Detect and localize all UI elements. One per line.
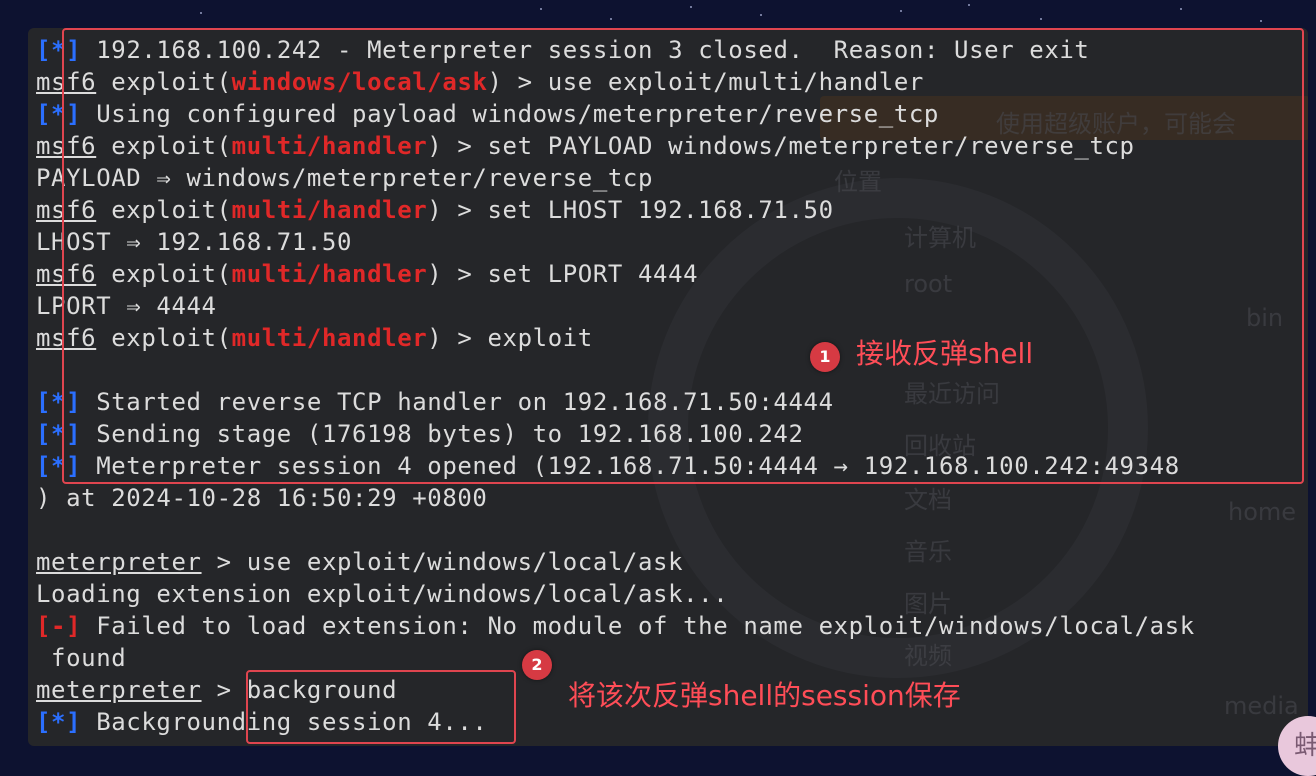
terminal-line: meterpreter > use exploit/windows/local/… — [36, 546, 1308, 578]
star — [1260, 20, 1262, 22]
terminal-text: Loading extension exploit/windows/local/… — [36, 580, 729, 608]
star — [200, 12, 202, 14]
star — [610, 18, 612, 20]
annotation-box-1 — [62, 28, 1304, 484]
terminal-line: found — [36, 642, 1308, 674]
terminal-text: Failed to load extension: No module of t… — [81, 612, 1195, 640]
star — [900, 10, 902, 12]
annotation-badge-2: 2 — [522, 650, 552, 680]
star — [760, 14, 762, 16]
terminal-line: ) at 2024-10-28 16:50:29 +0800 — [36, 482, 1308, 514]
star — [1180, 8, 1182, 10]
status-marker: [ — [36, 36, 52, 64]
annotation-note-1: 接收反弹shell — [856, 337, 1034, 370]
terminal-line: Loading extension exploit/windows/local/… — [36, 578, 1308, 610]
module-name: [-] — [36, 612, 82, 640]
star — [1040, 18, 1042, 20]
star — [540, 8, 542, 10]
prompt-label: meterpreter — [36, 676, 202, 704]
terminal-line: [-] Failed to load extension: No module … — [36, 610, 1308, 642]
annotation-badge-1: 1 — [810, 342, 840, 372]
status-marker: [*] — [36, 708, 82, 736]
annotation-box-2 — [246, 670, 516, 744]
star — [690, 6, 692, 8]
star — [968, 4, 970, 6]
terminal-text: found — [36, 644, 127, 672]
terminal-text: ) at 2024-10-28 16:50:29 +0800 — [36, 484, 488, 512]
prompt-label: meterpreter — [36, 548, 202, 576]
terminal-text: > use exploit/windows/local/ask — [201, 548, 684, 576]
annotation-note-2: 将该次反弹shell的session保存 — [568, 679, 961, 712]
